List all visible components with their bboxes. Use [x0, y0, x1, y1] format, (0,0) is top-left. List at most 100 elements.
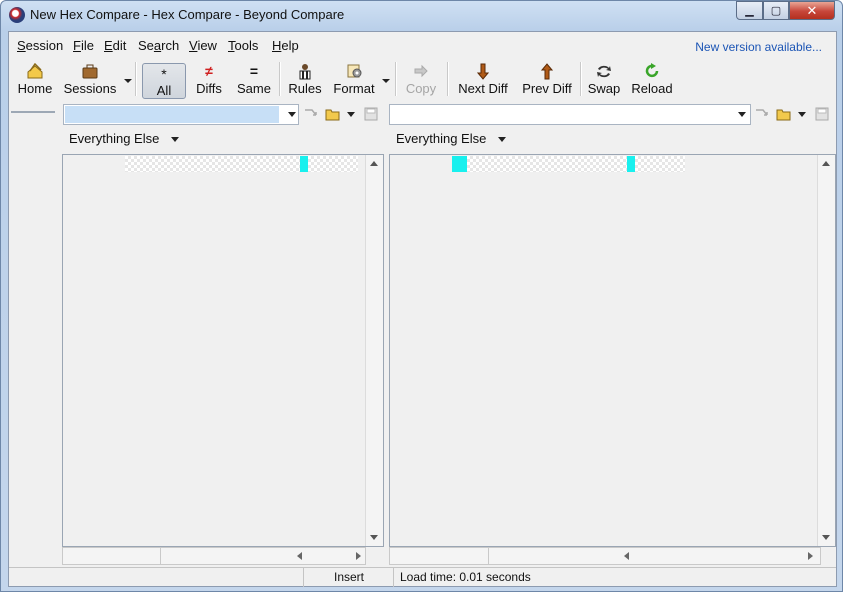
beyond-compare-logo-icon [9, 7, 25, 23]
left-open-folder-icon[interactable] [325, 107, 341, 121]
sessions-dropdown-icon[interactable] [124, 79, 132, 83]
status-bar: Insert Load time: 0.01 seconds [9, 567, 836, 587]
left-swap-path-icon[interactable] [303, 107, 319, 121]
prev-diff-button[interactable]: Prev Diff [516, 58, 578, 100]
chevron-down-icon [170, 137, 179, 143]
copy-button[interactable]: Copy [401, 58, 441, 100]
briefcase-icon [78, 61, 102, 81]
hex-row[interactable] [63, 156, 366, 172]
status-insert-mode: Insert [303, 568, 393, 587]
right-hex-pane[interactable] [389, 154, 836, 547]
menu-session[interactable]: Session [17, 38, 63, 53]
right-vertical-scrollbar[interactable] [817, 155, 835, 546]
client-area: Session File Edit Search View Tools Help… [8, 31, 837, 587]
right-open-folder-icon[interactable] [776, 107, 792, 121]
empty-bytes-area [635, 156, 685, 172]
right-path-dropdown-icon[interactable] [738, 112, 746, 117]
toolbar-separator [447, 62, 449, 96]
left-save-icon[interactable] [363, 107, 379, 121]
left-hex-pane[interactable] [62, 154, 384, 547]
scroll-down-icon[interactable] [822, 535, 830, 540]
scroll-up-icon[interactable] [822, 161, 830, 166]
diff-highlight [452, 156, 467, 172]
minimize-icon: ▁ [745, 5, 754, 17]
right-horizontal-scrollbar[interactable] [389, 547, 821, 565]
sessions-button[interactable]: Sessions [61, 58, 119, 100]
right-swap-path-icon[interactable] [754, 107, 770, 121]
next-diff-button[interactable]: Next Diff [453, 58, 513, 100]
right-format-selector[interactable]: Everything Else [396, 131, 506, 151]
thumbnail-strip[interactable] [9, 111, 61, 567]
scroll-up-icon[interactable] [370, 161, 378, 166]
left-vertical-scrollbar[interactable] [365, 155, 383, 546]
toolbar-separator [135, 62, 137, 96]
format-dropdown-icon[interactable] [382, 79, 390, 83]
rules-button[interactable]: Rules [285, 58, 325, 100]
reload-icon [640, 61, 664, 81]
left-horizontal-scrollbar[interactable] [62, 547, 366, 565]
close-icon: ✕ [806, 2, 818, 18]
menu-view[interactable]: View [189, 38, 217, 53]
scroll-right-icon[interactable] [808, 552, 813, 560]
app-window: New Hex Compare - Hex Compare - Beyond C… [0, 0, 843, 592]
copy-arrow-icon [409, 61, 433, 81]
asterisk-icon: * [161, 65, 167, 82]
path-bar [9, 102, 836, 128]
menu-bar: Session File Edit Search View Tools Help… [9, 32, 836, 56]
arrow-down-icon [471, 61, 495, 81]
left-folder-dropdown-icon[interactable] [347, 112, 355, 117]
empty-bytes-area [125, 156, 300, 172]
scroll-right-icon[interactable] [356, 552, 361, 560]
menu-help[interactable]: Help [272, 38, 299, 53]
left-path-selection [65, 106, 279, 123]
maximize-icon: ▢ [770, 5, 782, 17]
menu-edit[interactable]: Edit [104, 38, 126, 53]
window-title: New Hex Compare - Hex Compare - Beyond C… [30, 7, 345, 22]
toolbar: Home Sessions * All ≠ Diffs = Same Rules… [9, 58, 836, 100]
format-button[interactable]: Format [329, 58, 379, 100]
scrollbar-segment [390, 548, 489, 564]
menu-tools[interactable]: Tools [228, 38, 258, 53]
new-version-link[interactable]: New version available... [695, 40, 822, 54]
scrollbar-segment [63, 548, 161, 564]
left-format-selector[interactable]: Everything Else [69, 131, 179, 151]
empty-bytes-area [467, 156, 627, 172]
hex-row[interactable] [390, 156, 818, 172]
swap-button[interactable]: Swap [585, 58, 623, 100]
referee-icon [293, 61, 317, 81]
chevron-down-icon [497, 137, 506, 143]
menu-file[interactable]: File [73, 38, 94, 53]
scroll-left-icon[interactable] [297, 552, 302, 560]
toolbar-separator [580, 62, 582, 96]
minimize-button[interactable]: ▁ [736, 1, 763, 20]
home-button[interactable]: Home [11, 58, 59, 100]
right-save-icon[interactable] [814, 107, 830, 121]
equal-icon: = [249, 63, 259, 79]
empty-bytes-area [308, 156, 358, 172]
diff-highlight [627, 156, 635, 172]
filter-all-button[interactable]: * All [142, 63, 186, 99]
thumbnail-position-marker[interactable] [11, 111, 55, 113]
arrow-up-icon [535, 61, 559, 81]
left-path-dropdown-icon[interactable] [288, 112, 296, 117]
scroll-left-icon[interactable] [624, 552, 629, 560]
diff-highlight [300, 156, 308, 172]
menu-search[interactable]: Search [138, 38, 179, 53]
right-folder-dropdown-icon[interactable] [798, 112, 806, 117]
toolbar-separator [279, 62, 281, 96]
format-gear-icon [342, 61, 366, 81]
filter-diffs-button[interactable]: ≠ Diffs [188, 58, 230, 100]
title-bar[interactable]: New Hex Compare - Hex Compare - Beyond C… [1, 1, 842, 29]
swap-icon [592, 61, 616, 81]
home-icon [23, 61, 47, 81]
reload-button[interactable]: Reload [628, 58, 676, 100]
toolbar-separator [395, 62, 397, 96]
close-button[interactable]: ✕ [789, 1, 835, 20]
not-equal-icon: ≠ [205, 63, 213, 79]
maximize-button[interactable]: ▢ [763, 1, 789, 20]
scroll-down-icon[interactable] [370, 535, 378, 540]
status-load-time: Load time: 0.01 seconds [393, 568, 836, 587]
left-path-input[interactable] [63, 104, 299, 125]
filter-same-button[interactable]: = Same [232, 58, 276, 100]
right-path-input[interactable] [389, 104, 751, 125]
